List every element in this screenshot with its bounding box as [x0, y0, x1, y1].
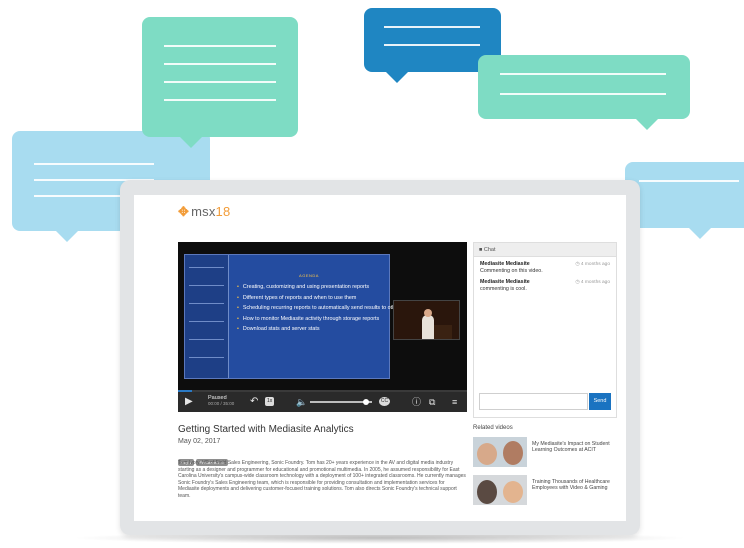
logo: ✥ msx18: [178, 204, 231, 219]
logo-mark-icon: ✥: [178, 204, 190, 219]
chat-icon: ■: [479, 247, 483, 253]
player-controls: ▶ Paused 00:00 / 35:00 ↶ 1x 🔈 CC ⓘ ⧉ ≡: [178, 392, 467, 412]
chat-input[interactable]: [479, 393, 588, 410]
speech-bubble-teal-left: [142, 17, 298, 148]
captions-button[interactable]: CC: [379, 397, 390, 406]
speed-button[interactable]: 1x: [265, 397, 275, 406]
info-icon[interactable]: ⓘ: [412, 395, 421, 409]
slide-heading: AGENDA: [299, 273, 319, 278]
slide-bullet: Download stats and server stats: [237, 324, 403, 335]
play-icon[interactable]: ▶: [185, 395, 193, 409]
volume-icon[interactable]: 🔈: [296, 395, 307, 409]
related-title[interactable]: My Mediasite's Impact on Student Learnin…: [532, 441, 616, 453]
message-time: ◷ 4 months ago: [575, 280, 610, 285]
volume-handle[interactable]: [362, 399, 369, 405]
chat-header: ■ Chat: [474, 243, 616, 257]
speaker-video-feed[interactable]: [393, 300, 460, 340]
stage: ✥msx18 AGENDA Creating, customizing and …: [0, 0, 744, 548]
menu-icon[interactable]: ≡: [452, 395, 457, 409]
volume-slider[interactable]: [310, 399, 372, 405]
chat-panel: ■ Chat Mediasite Mediasite Commenting on…: [473, 242, 617, 418]
slide-bullet: Scheduling recurring reports to automati…: [237, 303, 403, 314]
rewind-icon[interactable]: ↶: [250, 395, 258, 409]
send-button[interactable]: Send: [589, 393, 611, 410]
message-time: ◷ 4 months ago: [575, 262, 610, 267]
chat-message: Mediasite Mediasite commenting is cool. …: [480, 279, 610, 292]
time-display: 00:00 / 35:00: [208, 401, 235, 406]
slide-bullet: Different types of reports and when to u…: [237, 293, 403, 304]
video-date: May 02, 2017: [178, 438, 221, 445]
speech-bubble-teal-right: [478, 55, 690, 130]
video-description: Tom Ivory, VP of Field Sales Engineering…: [178, 460, 466, 499]
speech-bubble-light-blue-right: [625, 162, 744, 239]
related-thumbnail[interactable]: [473, 437, 527, 467]
related-video-item[interactable]: My Mediasite's Impact on Student Learnin…: [473, 437, 617, 469]
related-video-item[interactable]: Training Thousands of Healthcare Employe…: [473, 475, 617, 507]
presentation-slide: AGENDA Creating, customizing and using p…: [184, 254, 403, 379]
chat-message: Mediasite Mediasite Commenting on this v…: [480, 261, 610, 274]
slide-bullets: Creating, customizing and using presenta…: [237, 282, 403, 335]
laptop-screen: ✥msx18 AGENDA Creating, customizing and …: [134, 195, 626, 521]
related-title[interactable]: Training Thousands of Healthcare Employe…: [532, 479, 616, 491]
related-heading: Related videos: [473, 425, 513, 431]
slide-bullet: How to monitor Mediasite activity throug…: [237, 314, 403, 325]
popout-icon[interactable]: ⧉: [429, 395, 435, 409]
related-thumbnail[interactable]: [473, 475, 527, 505]
slide-bullet: Creating, customizing and using presenta…: [237, 282, 403, 293]
video-title: Getting Started with Mediasite Analytics: [178, 424, 354, 435]
video-player[interactable]: AGENDA Creating, customizing and using p…: [178, 242, 467, 412]
playback-state: Paused 00:00 / 35:00: [208, 395, 235, 406]
